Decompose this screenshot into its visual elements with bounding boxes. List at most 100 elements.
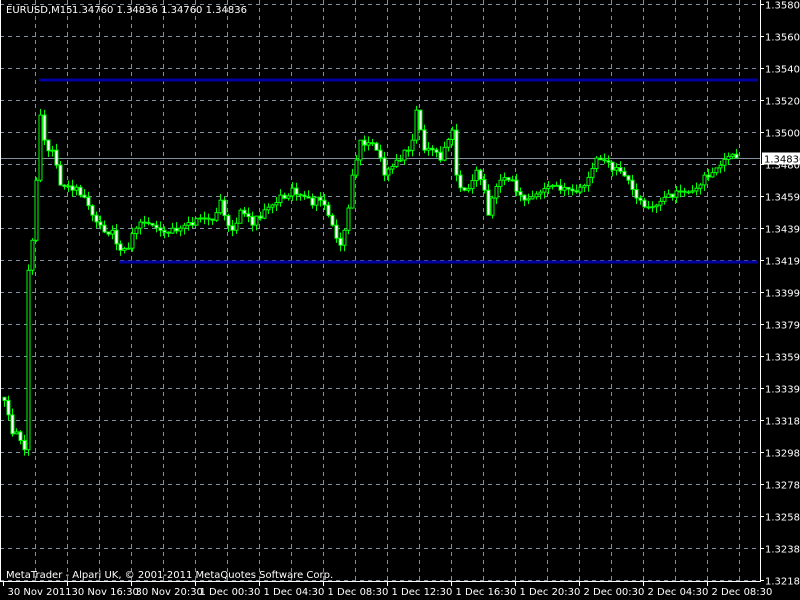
candle-body (650, 206, 655, 209)
candle (70, 179, 75, 197)
candle (518, 187, 523, 202)
candle (558, 178, 563, 195)
candle (722, 153, 727, 172)
price-axis[interactable]: 1.35805 1.35605 1.35405 1.35200 1.35000 1.348… (760, 1, 800, 588)
candle-body (498, 179, 503, 187)
candle (466, 183, 471, 193)
candle-body (114, 229, 119, 245)
candle-body (126, 247, 131, 250)
candle (658, 197, 663, 211)
candle (142, 215, 147, 228)
candle-body (630, 179, 635, 191)
candle-body (378, 149, 383, 159)
candle (634, 183, 639, 205)
candle-body (462, 187, 467, 191)
candle (38, 108, 43, 183)
chart-symbol: EURUSD,M15 (6, 5, 72, 16)
time-tick-label: 30 Nov 16:30 (72, 587, 139, 598)
candle (82, 189, 87, 199)
candle-body (730, 153, 735, 157)
candle (710, 167, 715, 178)
candle-body (330, 214, 335, 226)
candle (10, 408, 15, 437)
candle-body (118, 243, 123, 251)
candle (726, 152, 731, 165)
price-chart[interactable]: 1.35805 1.35605 1.35405 1.35200 1.35000 1.348… (0, 0, 800, 600)
candle-body (678, 190, 683, 193)
candle-body (86, 196, 91, 207)
candle-body (526, 198, 531, 201)
candle (318, 192, 323, 207)
price-tick-label: 1.35200 (765, 97, 800, 108)
horizontal-lines (39, 78, 758, 264)
candle (702, 171, 707, 191)
candle (62, 184, 67, 190)
candle-body (54, 149, 59, 166)
candle (2, 396, 7, 407)
candle (714, 167, 719, 176)
candle (118, 240, 123, 256)
candle-body (170, 227, 175, 234)
candle (126, 242, 131, 250)
candle-body (574, 190, 579, 193)
candle (650, 201, 655, 213)
candle-body (174, 227, 179, 232)
candle (94, 211, 99, 229)
candle (50, 145, 55, 157)
candle-body (230, 225, 235, 231)
candle-body (218, 199, 223, 214)
candle-body (42, 114, 47, 141)
candle-body (206, 217, 211, 220)
candle (586, 171, 591, 192)
candle (422, 124, 427, 154)
candle-body (250, 216, 255, 226)
candle-body (94, 214, 99, 223)
candle (14, 428, 19, 435)
candle-body (210, 218, 215, 221)
candle-body (258, 215, 263, 219)
candle-body (594, 157, 599, 169)
candle-body (322, 199, 327, 206)
candle (46, 139, 51, 158)
candle-body (346, 207, 351, 231)
candle-body (494, 185, 499, 199)
candle (494, 183, 499, 204)
candle (114, 223, 119, 251)
candle-body (286, 195, 291, 199)
candle-body (618, 167, 623, 172)
candle (170, 222, 175, 234)
candle-body (474, 169, 479, 182)
candle-body (518, 191, 523, 196)
time-axis[interactable]: 30 Nov 2011 30 Nov 16:3030 Nov 20:301 Dec… (3, 581, 773, 598)
candle (110, 225, 115, 240)
candle (338, 232, 343, 252)
candle-body (646, 206, 651, 209)
candle (314, 196, 319, 211)
candle-body (598, 157, 603, 161)
candle-body (298, 193, 303, 196)
candle-body (50, 149, 55, 152)
candle-body (530, 196, 535, 200)
candle (326, 201, 331, 218)
candle-body (682, 190, 687, 193)
candle-body (370, 142, 375, 145)
candle-body (326, 204, 331, 216)
candle-body (350, 174, 355, 209)
price-tick-label: 1.33790 (765, 321, 800, 332)
candle-body (570, 188, 575, 192)
candle-body (198, 217, 203, 220)
candle (206, 213, 211, 226)
price-tick-label: 1.34195 (765, 257, 800, 268)
candle (146, 217, 151, 226)
candle (566, 186, 571, 196)
candle (282, 192, 287, 200)
candle (434, 147, 439, 158)
candle-body (454, 129, 459, 176)
candle (18, 430, 23, 445)
candle-body (178, 227, 183, 232)
candle-body (78, 186, 83, 196)
candle (582, 183, 587, 193)
candle-body (470, 180, 475, 190)
candle (614, 163, 619, 176)
candle-body (510, 179, 515, 182)
